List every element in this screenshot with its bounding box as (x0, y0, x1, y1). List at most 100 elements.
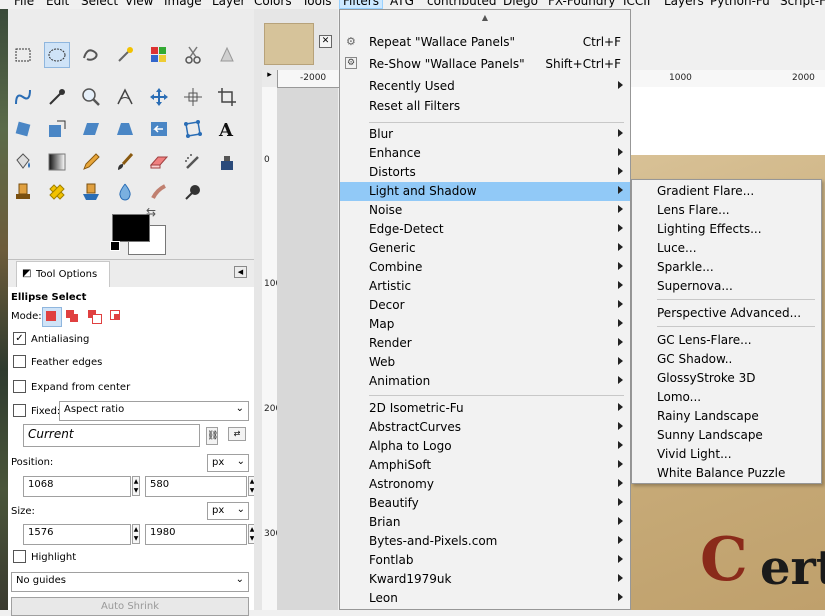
submenu-item-lighting-effects[interactable]: Lighting Effects... (632, 220, 821, 239)
position-y-input[interactable]: 580 (145, 476, 247, 497)
submenu-item-vivid-light[interactable]: Vivid Light... (632, 445, 821, 464)
heal-icon[interactable] (44, 179, 70, 205)
fuzzy-select-icon[interactable] (112, 42, 138, 68)
color-picker-icon[interactable] (44, 84, 70, 110)
text-tool-icon[interactable]: A (214, 116, 240, 142)
airbrush-icon[interactable] (180, 149, 206, 175)
menu-item-noise[interactable]: Noise (340, 201, 630, 220)
image-tab-thumbnail[interactable] (264, 23, 314, 65)
feather-edges-checkbox[interactable] (13, 355, 26, 368)
ink-icon[interactable] (214, 149, 240, 175)
menu-item-generic[interactable]: Generic (340, 239, 630, 258)
auto-shrink-button[interactable]: Auto Shrink (11, 597, 249, 616)
menu-item-astronomy[interactable]: Astronomy (340, 475, 630, 494)
menu-item-fontlab[interactable]: Fontlab (340, 551, 630, 570)
menu-item-kward1979uk[interactable]: Kward1979uk (340, 570, 630, 589)
mode-add-button[interactable] (64, 308, 80, 324)
smudge-icon[interactable] (146, 179, 172, 205)
size-width-spinner[interactable]: ▲ ▼ (132, 524, 140, 544)
bucket-fill-icon[interactable] (10, 149, 36, 175)
submenu-item-gc-shadow[interactable]: GC Shadow.. (632, 350, 821, 369)
menu-item-artistic[interactable]: Artistic (340, 277, 630, 296)
menu-diego[interactable]: Diego (503, 0, 538, 8)
menu-python-fu[interactable]: Python-Fu (710, 0, 770, 8)
menu-item-distorts[interactable]: Distorts (340, 163, 630, 182)
cage-transform-icon[interactable] (180, 116, 206, 142)
orientation-icon[interactable]: ⇄ (228, 427, 246, 441)
menu-item-amphisoft[interactable]: AmphiSoft (340, 456, 630, 475)
current-ratio-field[interactable]: Current (23, 424, 200, 447)
submenu-item-gradient-flare[interactable]: Gradient Flare... (632, 182, 821, 201)
menu-item-light-and-shadow[interactable]: Light and Shadow (340, 182, 630, 201)
free-select-icon[interactable] (78, 42, 104, 68)
menu-item-enhance[interactable]: Enhance (340, 144, 630, 163)
position-x-spinner[interactable]: ▲ ▼ (132, 476, 140, 496)
highlight-checkbox[interactable] (13, 550, 26, 563)
menu-colors[interactable]: Colors (254, 0, 292, 8)
menu-tools[interactable]: Tools (302, 0, 332, 8)
ruler-corner-icon[interactable]: ▸ (262, 70, 278, 88)
perspective-icon[interactable] (112, 116, 138, 142)
menu-item-beautify[interactable]: Beautify (340, 494, 630, 513)
menu-script-fu[interactable]: Script-Fu (780, 0, 825, 8)
submenu-item-gc-lens-flare[interactable]: GC Lens-Flare... (632, 331, 821, 350)
menu-item-recently-used[interactable]: Recently Used (340, 77, 630, 96)
menu-layer[interactable]: Layer (212, 0, 245, 8)
menu-view[interactable]: View (125, 0, 153, 8)
guides-select[interactable]: No guides ⌄ (11, 572, 249, 592)
menu-iccii[interactable]: ICCII (623, 0, 650, 8)
clone-icon[interactable] (10, 179, 36, 205)
submenu-item-perspective-advanced[interactable]: Perspective Advanced... (632, 304, 821, 323)
scissors-select-icon[interactable] (180, 42, 206, 68)
submenu-item-supernova[interactable]: Supernova... (632, 277, 821, 296)
tab-tool-options[interactable]: ◩ Tool Options (16, 261, 110, 288)
ellipse-select-icon[interactable] (44, 42, 70, 68)
fixed-select[interactable]: Aspect ratio ⌄ (59, 401, 249, 421)
expand-from-center-checkbox[interactable] (13, 380, 26, 393)
submenu-item-luce[interactable]: Luce... (632, 239, 821, 258)
submenu-item-sunny-landscape[interactable]: Sunny Landscape (632, 426, 821, 445)
submenu-item-lomo[interactable]: Lomo... (632, 388, 821, 407)
foreground-color-swatch[interactable] (112, 214, 150, 242)
flip-icon[interactable] (146, 116, 172, 142)
close-icon[interactable]: ✕ (319, 35, 332, 48)
menu-item-reshow[interactable]: ⚙ Re-Show "Wallace Panels" Shift+Ctrl+F (340, 55, 630, 74)
paintbrush-icon[interactable] (112, 149, 138, 175)
mode-subtract-button[interactable] (86, 308, 102, 324)
menu-item-leon[interactable]: Leon (340, 589, 630, 608)
select-by-color-icon[interactable] (146, 42, 172, 68)
menu-filters[interactable]: Filters (339, 0, 383, 9)
menu-item-reset-all-filters[interactable]: Reset all Filters (340, 97, 630, 116)
move-icon[interactable] (146, 84, 172, 110)
menu-item-brian[interactable]: Brian (340, 513, 630, 532)
dodge-burn-icon[interactable] (180, 179, 206, 205)
scroll-up-arrow-icon[interactable]: ▲ (340, 13, 630, 25)
menu-item-web[interactable]: Web (340, 353, 630, 372)
submenu-item-white-balance-puzzle[interactable]: White Balance Puzzle (632, 464, 821, 483)
measure-icon[interactable] (112, 84, 138, 110)
submenu-item-rainy-landscape[interactable]: Rainy Landscape (632, 407, 821, 426)
size-height-input[interactable]: 1980 (145, 524, 247, 545)
menu-contributed[interactable]: contributed (427, 0, 496, 8)
pencil-icon[interactable] (78, 149, 104, 175)
mode-intersect-button[interactable] (108, 308, 124, 324)
menu-item-map[interactable]: Map (340, 315, 630, 334)
position-x-input[interactable]: 1068 (23, 476, 131, 497)
menu-layers[interactable]: Layers (664, 0, 704, 8)
zoom-icon[interactable] (78, 84, 104, 110)
menu-item-render[interactable]: Render (340, 334, 630, 353)
size-width-input[interactable]: 1576 (23, 524, 131, 545)
menu-atg[interactable]: ATG (390, 0, 414, 8)
menu-edit[interactable]: Edit (46, 0, 69, 8)
size-unit-select[interactable]: px ⌄ (207, 502, 249, 520)
menu-item-blur[interactable]: Blur (340, 125, 630, 144)
crop-icon[interactable] (214, 84, 240, 110)
blur-sharpen-icon[interactable] (112, 179, 138, 205)
menu-item-repeat[interactable]: ⚙ Repeat "Wallace Panels" Ctrl+F (340, 33, 630, 52)
scale-icon[interactable] (44, 116, 70, 142)
menu-item-alpha-to-logo[interactable]: Alpha to Logo (340, 437, 630, 456)
panel-menu-icon[interactable]: ◀ (234, 266, 247, 278)
foreground-select-icon[interactable] (214, 42, 240, 68)
paths-icon[interactable] (10, 84, 36, 110)
chain-icon[interactable]: ⛓ (206, 427, 218, 445)
